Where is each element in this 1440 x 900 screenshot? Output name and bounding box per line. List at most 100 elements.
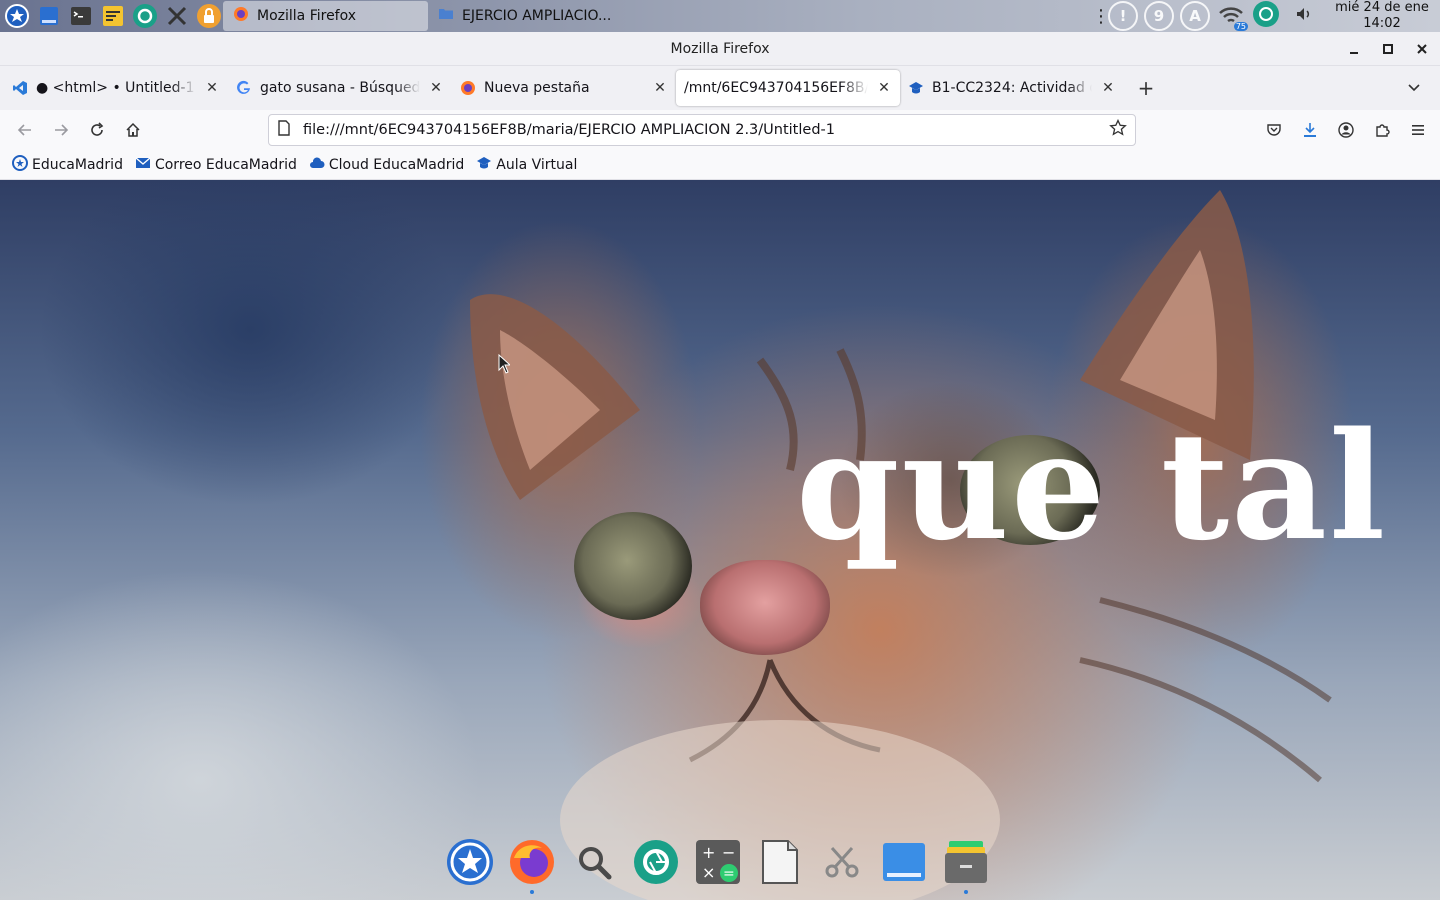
mouse-pointer-icon [498, 353, 512, 374]
navigation-toolbar: file:///mnt/6EC943704156EF8B/maria/EJERC… [0, 110, 1440, 150]
bookmark-educamadrid[interactable]: EducaMadrid [12, 154, 123, 175]
tab-title: B1-CC2324: Actividad de [932, 80, 1092, 96]
toolbar-right [1258, 114, 1434, 146]
update-badge[interactable]: ! [1108, 1, 1138, 31]
close-tab-icon[interactable]: ✕ [428, 80, 444, 96]
firefox-icon [508, 838, 556, 890]
page-file-icon[interactable] [277, 120, 291, 140]
url-text[interactable]: file:///mnt/6EC943704156EF8B/maria/EJERC… [303, 122, 1109, 138]
page-heading: que tal [796, 399, 1388, 573]
tab-moodle-activity[interactable]: B1-CC2324: Actividad de ✕ [900, 70, 1124, 106]
chevron-down-icon[interactable] [1398, 72, 1430, 104]
bookmark-label: Cloud EducaMadrid [328, 156, 465, 173]
tab-title: gato susana - Búsqueda d [260, 80, 420, 96]
lock-icon[interactable] [195, 2, 223, 30]
tab-vscode[interactable]: ● <html> • Untitled-1 - Á ✕ [4, 70, 228, 106]
forward-arrow-icon[interactable] [45, 114, 77, 146]
text-document-icon [760, 839, 800, 889]
home-icon[interactable] [117, 114, 149, 146]
page-content: que tal [0, 180, 1440, 900]
dock: + − × = [440, 832, 996, 896]
dock-screenshot-tool[interactable] [818, 840, 866, 888]
moodle-icon [908, 80, 924, 96]
svg-text:−: − [722, 843, 735, 862]
app-menu-icon[interactable] [3, 2, 31, 30]
vscode-icon [12, 80, 28, 96]
keyboard-layout-badge[interactable]: A [1180, 1, 1210, 31]
close-x-icon[interactable] [163, 2, 191, 30]
svg-text:=: = [723, 866, 735, 882]
educamadrid-icon [12, 154, 28, 175]
wifi-strength-label: 75 [1233, 22, 1248, 31]
volume-icon[interactable] [1294, 4, 1314, 28]
scissors-icon [824, 844, 860, 884]
panel-launchers [0, 0, 223, 32]
folder-icon [438, 6, 454, 26]
running-indicator [530, 890, 534, 894]
dock-search[interactable] [570, 840, 618, 888]
wifi-icon[interactable]: 75 [1216, 1, 1248, 31]
svg-text:×: × [702, 863, 715, 882]
tab-google-search[interactable]: gato susana - Búsqueda d ✕ [228, 70, 452, 106]
system-tray: ⋮ ! 9 A 75 mié 24 de ene 14:02 [1092, 0, 1440, 32]
close-tab-icon[interactable]: ✕ [1100, 80, 1116, 96]
close-window-icon[interactable] [1412, 39, 1432, 59]
bookmarks-toolbar: EducaMadrid Correo EducaMadrid Cloud Edu… [0, 150, 1440, 180]
show-desktop-icon[interactable] [35, 2, 63, 30]
aula-virtual-icon [476, 155, 492, 175]
window-title: Mozilla Firefox [670, 40, 770, 57]
close-tab-icon[interactable]: ✕ [204, 80, 220, 96]
url-bar[interactable]: file:///mnt/6EC943704156EF8B/maria/EJERC… [268, 114, 1136, 146]
new-tab-plus-icon[interactable]: + [1130, 72, 1162, 104]
dock-text-editor[interactable] [756, 840, 804, 888]
bookmark-label: EducaMadrid [32, 156, 123, 173]
bookmark-correo[interactable]: Correo EducaMadrid [135, 155, 297, 175]
dock-file-manager[interactable] [942, 840, 990, 894]
back-arrow-icon[interactable] [9, 114, 41, 146]
tab-strip: ● <html> • Untitled-1 - Á ✕ gato susana … [0, 66, 1440, 110]
dock-app-launcher[interactable] [445, 837, 495, 891]
maximize-icon[interactable] [1378, 39, 1398, 59]
bookmark-aula-virtual[interactable]: Aula Virtual [476, 155, 577, 175]
cat-nose [700, 560, 830, 655]
task-label: EJERCIO AMPLIACIO... [462, 8, 612, 24]
terminal-icon[interactable] [67, 2, 95, 30]
clock-time: 14:02 [1363, 16, 1401, 31]
task-folder[interactable]: EJERCIO AMPLIACIO... [428, 1, 628, 31]
downloads-icon[interactable] [1294, 114, 1326, 146]
tab-new-tab[interactable]: Nueva pestaña ✕ [452, 70, 676, 106]
camera-shutter-icon [632, 838, 680, 890]
app-launcher-icon [445, 837, 495, 891]
screenshot-shutter-icon[interactable] [131, 2, 159, 30]
firefox-icon [460, 80, 476, 96]
task-firefox[interactable]: Mozilla Firefox [223, 1, 428, 31]
minimize-icon[interactable] [1344, 39, 1364, 59]
dock-display[interactable] [880, 840, 928, 888]
notes-icon[interactable] [99, 2, 127, 30]
dock-firefox[interactable] [508, 838, 556, 894]
notification-count-badge[interactable]: 9 [1144, 1, 1174, 31]
dock-calculator[interactable]: + − × = [694, 840, 742, 888]
extensions-puzzle-icon[interactable] [1366, 114, 1398, 146]
tab-title: ● <html> • Untitled-1 - Á [36, 80, 196, 96]
hamburger-menu-icon[interactable] [1402, 114, 1434, 146]
running-indicator [964, 890, 968, 894]
reload-icon[interactable] [81, 114, 113, 146]
overflow-menu-icon[interactable]: ⋮ [1092, 6, 1110, 27]
bookmark-star-icon[interactable] [1109, 118, 1127, 141]
close-tab-icon[interactable]: ✕ [876, 80, 892, 96]
pocket-icon[interactable] [1258, 114, 1290, 146]
display-icon [881, 839, 927, 889]
window-titlebar[interactable]: Mozilla Firefox [0, 32, 1440, 66]
dock-screenshot[interactable] [632, 840, 680, 888]
bookmark-cloud[interactable]: Cloud EducaMadrid [309, 155, 464, 175]
cloud-icon [309, 155, 325, 175]
account-icon[interactable] [1330, 114, 1362, 146]
clock[interactable]: mié 24 de ene 14:02 [1334, 0, 1430, 32]
tab-local-file[interactable]: /mnt/6EC943704156EF8B/m ✕ [676, 70, 900, 106]
close-tab-icon[interactable]: ✕ [652, 80, 668, 96]
tab-title: Nueva pestaña [484, 80, 590, 96]
google-icon [236, 80, 252, 96]
vpn-icon[interactable] [1252, 0, 1280, 32]
mail-icon [135, 155, 151, 175]
